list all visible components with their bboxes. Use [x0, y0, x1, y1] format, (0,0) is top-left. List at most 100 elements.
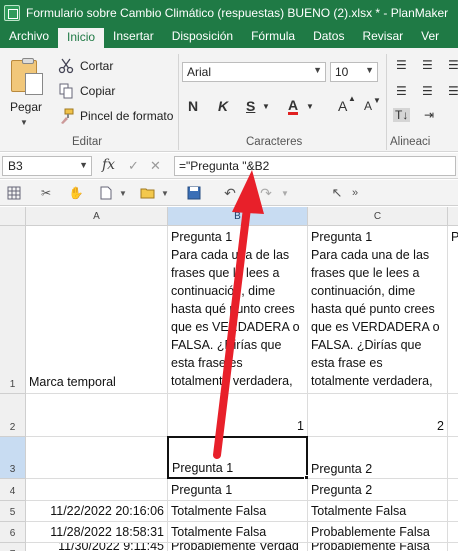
- chevron-down-icon[interactable]: ▼: [262, 102, 270, 111]
- chevron-down-icon[interactable]: ▼: [118, 184, 128, 202]
- select-all-corner[interactable]: [0, 207, 26, 226]
- chevron-down-icon[interactable]: ▼: [160, 184, 170, 202]
- window-title: Formulario sobre Cambio Climático (respu…: [26, 6, 449, 20]
- new-icon[interactable]: [98, 184, 114, 202]
- ribbon: Pegar ▼ Cortar Copiar Pincel de formato …: [0, 48, 458, 152]
- cell-b4[interactable]: Pregunta 1: [168, 479, 308, 501]
- check-icon[interactable]: ✓: [128, 158, 139, 174]
- font-size-select[interactable]: 10 ▼: [330, 62, 378, 82]
- cancel-icon[interactable]: ✕: [150, 158, 161, 174]
- paste-dropdown-icon[interactable]: ▼: [20, 118, 28, 127]
- grow-font-button[interactable]: A: [338, 98, 347, 114]
- cell-b1[interactable]: Pregunta 1 Para cada una de las frases q…: [168, 226, 308, 394]
- copy-icon: [58, 83, 74, 99]
- cell-a4[interactable]: [26, 479, 168, 501]
- cell-d1[interactable]: P: [448, 226, 458, 394]
- tab-disposicion[interactable]: Disposición: [163, 26, 242, 48]
- cell-a5[interactable]: 11/22/2022 20:16:06: [26, 501, 168, 522]
- row-header-2[interactable]: 2: [0, 394, 26, 437]
- cell-c1[interactable]: Pregunta 1 Para cada una de las frases q…: [308, 226, 448, 394]
- italic-button[interactable]: K: [218, 98, 228, 114]
- cell-c5[interactable]: Totalmente Falsa: [308, 501, 448, 522]
- paste-icon: [11, 58, 43, 95]
- cell-d6[interactable]: [448, 522, 458, 543]
- tab-formula[interactable]: Fórmula: [242, 26, 304, 48]
- cell-b7[interactable]: Probablemente Verdad: [168, 543, 308, 551]
- title-bar: Formulario sobre Cambio Climático (respu…: [0, 0, 458, 26]
- tab-revisar[interactable]: Revisar: [353, 26, 412, 48]
- copy-button[interactable]: Copiar: [58, 83, 115, 99]
- cell-c4[interactable]: Pregunta 2: [308, 479, 448, 501]
- cut-icon[interactable]: ✂: [38, 184, 54, 202]
- cell-a3[interactable]: [26, 437, 168, 479]
- row-header-6[interactable]: 6: [0, 522, 26, 543]
- row-header-7[interactable]: 7: [0, 543, 26, 551]
- cell-reference-box[interactable]: B3 ▼: [2, 156, 92, 176]
- open-icon[interactable]: [140, 184, 156, 202]
- tab-archivo[interactable]: Archivo: [0, 26, 58, 48]
- hand-icon[interactable]: ✋: [68, 184, 84, 202]
- chevron-down-icon[interactable]: ▼: [244, 184, 254, 202]
- tab-datos[interactable]: Datos: [304, 26, 353, 48]
- align-right-icon[interactable]: ☰: [448, 58, 458, 72]
- cut-button[interactable]: Cortar: [58, 58, 113, 74]
- copy-label: Copiar: [80, 84, 116, 98]
- cell-d3[interactable]: [448, 437, 458, 479]
- shrink-font-button[interactable]: A: [364, 99, 372, 113]
- cell-b5[interactable]: Totalmente Falsa: [168, 501, 308, 522]
- more-icon[interactable]: »: [350, 184, 360, 202]
- tab-ver[interactable]: Ver: [412, 26, 448, 48]
- indent-icon[interactable]: ⇥: [424, 108, 434, 122]
- align-group-label: Alineaci: [390, 136, 431, 148]
- column-header-c[interactable]: C: [308, 207, 448, 226]
- function-icon[interactable]: fx: [102, 157, 115, 173]
- column-header-a[interactable]: A: [26, 207, 168, 226]
- format-painter-button[interactable]: Pincel de formato: [58, 108, 173, 124]
- cell-d4[interactable]: [448, 479, 458, 501]
- column-header-b[interactable]: B: [168, 207, 308, 226]
- grid-lines-icon[interactable]: [6, 184, 22, 202]
- tab-insertar[interactable]: Insertar: [104, 26, 163, 48]
- cell-a6[interactable]: 11/28/2022 18:58:31: [26, 522, 168, 543]
- cut-label: Cortar: [80, 59, 114, 73]
- row-header-3[interactable]: 3: [0, 437, 26, 479]
- cell-b6[interactable]: Totalmente Falsa: [168, 522, 308, 543]
- align-top-icon[interactable]: ☰: [396, 84, 407, 98]
- undo-icon[interactable]: ↶: [222, 184, 238, 202]
- align-bottom-icon[interactable]: ☰: [448, 84, 458, 98]
- spreadsheet-grid[interactable]: A B C 1 Marca temporal Pregunta 1 Para c…: [0, 207, 458, 551]
- redo-icon[interactable]: ↷: [258, 184, 274, 202]
- chevron-down-icon[interactable]: ▼: [280, 184, 290, 202]
- formula-input[interactable]: ="Pregunta "&B2: [174, 156, 456, 176]
- bold-button[interactable]: N: [188, 98, 198, 114]
- cell-c2[interactable]: 2: [308, 394, 448, 437]
- cell-d2[interactable]: [448, 394, 458, 437]
- cell-b2[interactable]: 1: [168, 394, 308, 437]
- cell-c7[interactable]: Probablemente Falsa: [308, 543, 448, 551]
- tab-inicio[interactable]: Inicio: [58, 26, 105, 48]
- font-name-select[interactable]: Arial ▼: [182, 62, 326, 82]
- align-left-icon[interactable]: ☰: [396, 58, 407, 72]
- underline-button[interactable]: S: [246, 98, 255, 114]
- align-center-icon[interactable]: ☰: [422, 58, 433, 72]
- cell-a2[interactable]: [26, 394, 168, 437]
- row-header-4[interactable]: 4: [0, 479, 26, 501]
- planmaker-app-icon: [4, 5, 20, 21]
- align-middle-icon[interactable]: ☰: [422, 84, 433, 98]
- cell-a7[interactable]: 11/30/2022 9:11:45: [26, 543, 168, 551]
- column-header-d[interactable]: [448, 207, 458, 226]
- cell-b3-selected[interactable]: Pregunta 1: [167, 436, 308, 479]
- cell-c6[interactable]: Probablemente Falsa: [308, 522, 448, 543]
- chevron-down-icon[interactable]: ▼: [306, 102, 314, 111]
- paste-button[interactable]: Pegar ▼: [8, 58, 44, 134]
- font-color-button[interactable]: A: [288, 98, 299, 115]
- wrap-text-icon[interactable]: T↓: [393, 108, 411, 122]
- row-header-1[interactable]: 1: [0, 226, 26, 394]
- cursor-icon[interactable]: ↖: [330, 184, 344, 202]
- cell-d5[interactable]: [448, 501, 458, 522]
- cell-a1[interactable]: Marca temporal: [26, 226, 168, 394]
- cell-c3[interactable]: Pregunta 2: [308, 437, 448, 479]
- row-header-5[interactable]: 5: [0, 501, 26, 522]
- save-icon[interactable]: [186, 184, 202, 202]
- grow-arrow-icon: ▲: [348, 94, 356, 103]
